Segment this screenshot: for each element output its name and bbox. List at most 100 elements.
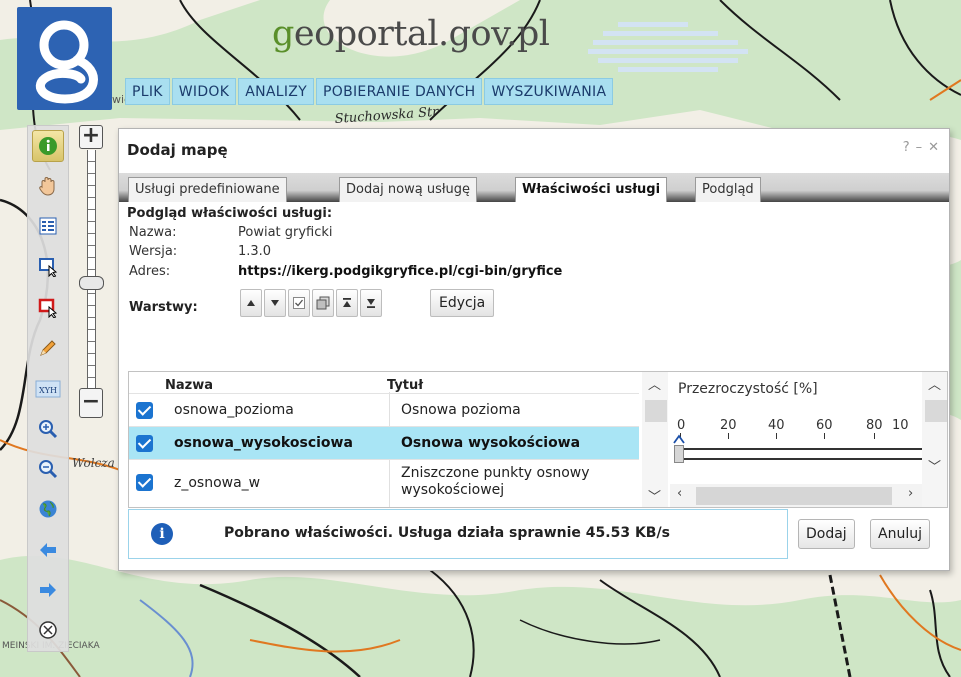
transparency-slider-track[interactable] <box>678 448 922 450</box>
edit-button[interactable]: Edycja <box>430 289 495 317</box>
add-button[interactable]: Dodaj <box>798 519 855 549</box>
clear-tool-button[interactable] <box>32 614 64 646</box>
forward-arrow-icon <box>40 583 56 597</box>
table-scrollbar[interactable]: ︿ ﹀ <box>642 372 668 507</box>
row-checkbox[interactable] <box>136 402 153 419</box>
version-value: 1.3.0 <box>238 244 272 259</box>
move-down-button[interactable] <box>264 289 286 317</box>
tick-mark <box>776 433 777 439</box>
close-icon[interactable]: ✕ <box>928 140 939 155</box>
forward-tool-button[interactable] <box>32 574 64 606</box>
back-tool-button[interactable] <box>32 534 64 566</box>
xyh-label: XYH <box>39 386 57 395</box>
zoom-in-tool-button[interactable] <box>32 413 64 445</box>
move-up-button[interactable] <box>240 289 262 317</box>
move-up-icon <box>247 300 255 306</box>
layers-label: Warstwy: <box>129 300 198 315</box>
tab-predefined-services[interactable]: Usługi predefiniowane <box>128 177 287 202</box>
tick-mark <box>874 433 875 439</box>
dialog-controls: ? – ✕ <box>903 140 939 155</box>
status-message: i Pobrano właściwości. Usługa działa spr… <box>128 509 788 559</box>
move-bottom-button[interactable] <box>360 289 382 317</box>
geoportal-logo[interactable] <box>17 7 112 110</box>
tick-mark <box>728 433 729 439</box>
col-header-name[interactable]: Nazwa <box>165 378 213 393</box>
name-key: Nazwa: <box>129 225 177 240</box>
zoom-slider-track[interactable] <box>87 150 96 388</box>
tick-mark <box>824 433 825 439</box>
address-key: Adres: <box>129 264 171 279</box>
status-text: Pobrano właściwości. Usługa działa spraw… <box>224 525 670 541</box>
properties-heading: Podgląd właściwości usługi: <box>127 206 333 221</box>
copy-icon <box>316 296 330 310</box>
chevron-up-icon[interactable]: ︿ <box>928 374 941 393</box>
map-toolbar: XYH <box>27 125 69 652</box>
tick-label: 60 <box>816 418 833 433</box>
select-red-tool-button[interactable] <box>32 292 64 324</box>
address-value: https://ikerg.podgikgryfice.pl/cgi-bin/g… <box>238 264 563 279</box>
transparency-slider-handle[interactable] <box>674 445 684 463</box>
tab-add-new-service[interactable]: Dodaj nową usługę <box>339 177 478 202</box>
check-all-button[interactable] <box>288 289 310 317</box>
zoom-slider-handle[interactable] <box>79 276 104 290</box>
brand-pattern-graphic <box>588 22 748 72</box>
col-header-title[interactable]: Tytuł <box>387 378 423 393</box>
move-top-button[interactable] <box>336 289 358 317</box>
layers-table: Nazwa Tytuł osnowa_pozioma Osnowa poziom… <box>129 372 639 507</box>
edit-tool-button[interactable] <box>32 332 64 364</box>
scrollbar-thumb[interactable] <box>645 400 667 422</box>
menu-pobieranie-danych[interactable]: POBIERANIE DANYCH <box>316 78 483 105</box>
main-menu: PLIK WIDOK ANALIZY POBIERANIE DANYCH WYS… <box>125 78 614 105</box>
slider-pointer-icon <box>673 434 685 444</box>
info-icon: i <box>151 523 173 545</box>
copy-layers-button[interactable] <box>312 289 334 317</box>
horizontal-scrollbar[interactable]: ‹ › <box>670 484 922 507</box>
zoom-out-icon <box>39 460 58 479</box>
legend-icon <box>39 217 57 235</box>
row-name: z_osnowa_w <box>174 475 261 491</box>
zoom-out-tool-button[interactable] <box>32 453 64 485</box>
menu-wyszukiwania[interactable]: WYSZUKIWANIA <box>484 78 614 105</box>
info-tool-button[interactable] <box>32 130 64 162</box>
name-value: Powiat gryficki <box>238 225 333 240</box>
row-title: Osnowa wysokościowa <box>401 435 581 451</box>
legend-tool-button[interactable] <box>32 210 64 242</box>
xyh-coords-tool-button[interactable]: XYH <box>32 373 64 405</box>
chevron-down-icon[interactable]: ﹀ <box>648 486 661 505</box>
chevron-right-icon[interactable]: › <box>908 486 913 501</box>
layers-grid: Nazwa Tytuł osnowa_pozioma Osnowa poziom… <box>128 371 948 508</box>
row-checkbox[interactable] <box>136 474 153 491</box>
table-row[interactable]: osnowa_pozioma Osnowa pozioma <box>129 393 639 426</box>
zoom-out-button[interactable]: − <box>79 388 103 418</box>
zoom-in-button[interactable]: + <box>79 125 103 149</box>
chevron-down-icon[interactable]: ﹀ <box>928 456 941 475</box>
menu-analizy[interactable]: ANALIZY <box>238 78 315 105</box>
chevron-up-icon[interactable]: ︿ <box>648 374 661 393</box>
add-map-dialog: Dodaj mapę ? – ✕ Usługi predefiniowane D… <box>118 128 950 571</box>
xyh-coords-icon: XYH <box>35 380 61 398</box>
help-icon[interactable]: ? <box>903 140 910 155</box>
pan-tool-button[interactable] <box>32 170 64 202</box>
edit-pencil-icon <box>40 340 56 356</box>
scrollbar-thumb[interactable] <box>696 487 892 505</box>
globe-tool-button[interactable] <box>32 493 64 525</box>
cancel-button[interactable]: Anuluj <box>870 519 930 549</box>
tick-label: 20 <box>720 418 737 433</box>
menu-plik[interactable]: PLIK <box>125 78 170 105</box>
globe-icon <box>39 500 57 518</box>
chevron-left-icon[interactable]: ‹ <box>677 486 682 501</box>
menu-widok[interactable]: WIDOK <box>171 78 237 105</box>
brand-rest: eoportal.gov.pl <box>293 14 550 54</box>
tab-preview[interactable]: Podgląd <box>695 177 761 202</box>
transparency-scrollbar[interactable]: ︿ ﹀ <box>922 372 947 507</box>
minimize-icon[interactable]: – <box>916 140 923 155</box>
map-label-place2: Wolcza <box>72 456 115 470</box>
scrollbar-thumb[interactable] <box>925 400 947 422</box>
row-checkbox[interactable] <box>136 435 153 452</box>
zoom-in-icon <box>39 420 58 439</box>
close-circle-icon <box>39 621 57 639</box>
select-blue-tool-button[interactable] <box>32 251 64 283</box>
tab-service-properties[interactable]: Właściwości usługi <box>515 177 668 202</box>
table-row[interactable]: z_osnowa_w Zniszczone punkty osnowy wyso… <box>129 459 639 507</box>
table-row[interactable]: osnowa_wysokosciowa Osnowa wysokościowa <box>129 426 639 459</box>
